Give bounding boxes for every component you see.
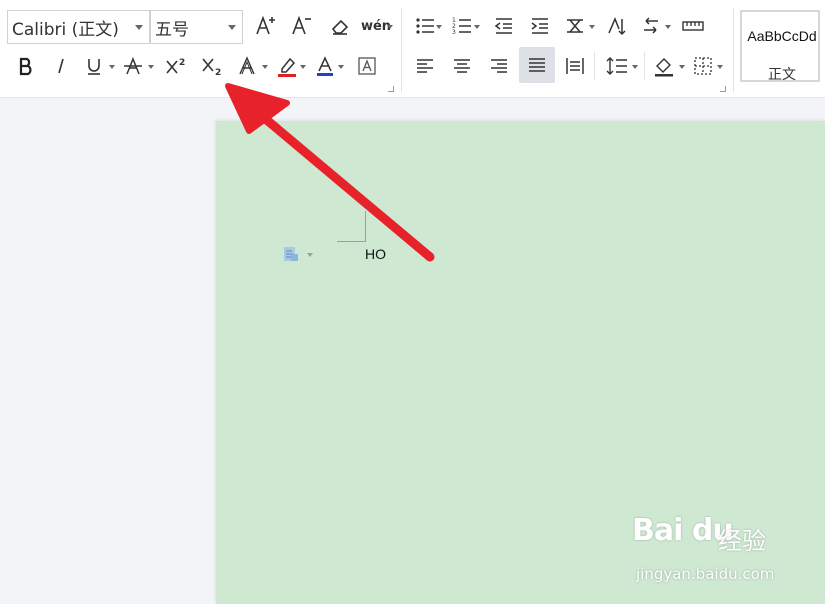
italic-icon [58,58,64,74]
font-size-combo[interactable]: 五号 [150,10,243,44]
font-name-combo[interactable]: Calibri (正文) [7,10,150,44]
character-border-button[interactable] [353,52,381,80]
eraser-icon [331,19,349,35]
underline-icon [88,59,100,75]
align-left-icon [417,59,433,73]
chevron-down-icon[interactable] [665,25,671,29]
font-color-icon [317,56,333,76]
chevron-down-icon[interactable] [679,65,685,69]
style-sample-text: AaBbCcDd [747,28,817,44]
watermark-url: jingyan.baidu.com [636,565,775,583]
bold-icon [19,57,32,76]
group-separator [644,52,645,80]
grow-font-icon [256,15,275,35]
chinese-layout-button[interactable] [561,12,589,40]
highlight-color-button[interactable] [273,52,301,80]
paragraph-dialog-launcher[interactable] [720,86,726,92]
italic-button[interactable] [47,52,75,80]
sort-icon [608,17,626,36]
style-normal-card[interactable]: AaBbCcDd 正文 [740,10,820,83]
grow-font-button[interactable] [252,12,280,40]
baidu-watermark: Bai du 经验 jingyan.baidu.com [622,513,822,593]
chevron-down-icon[interactable] [228,25,236,30]
group-separator [594,52,595,80]
clear-formatting-button[interactable] [326,12,354,40]
paragraph-mark-icon [644,17,658,34]
numbered-list-icon: 123 [452,17,471,36]
paste-options-icon[interactable] [283,246,299,262]
chevron-down-icon[interactable] [135,25,143,30]
text-effects-icon [239,56,255,75]
paint-bucket-icon [655,58,673,77]
superscript-button[interactable]: 2 [162,52,190,80]
align-center-icon [454,59,470,73]
justify-button[interactable] [519,47,555,83]
strikethrough-icon [124,56,142,75]
shrink-font-button[interactable] [288,12,316,40]
subscript-button[interactable]: 2 [199,52,227,80]
shrink-font-icon [292,15,311,35]
font-name-value: Calibri (正文) [12,19,119,40]
line-spacing-icon [606,57,627,75]
borders-icon [694,57,712,75]
font-color-button[interactable] [311,52,339,80]
character-border-icon [358,57,376,75]
chevron-down-icon[interactable] [436,25,442,29]
strikethrough-button[interactable] [119,52,147,80]
chevron-down-icon[interactable] [387,25,393,29]
distributed-button[interactable] [561,52,589,80]
svg-text:2: 2 [179,58,185,68]
style-name-label: 正文 [768,67,796,83]
ruler-icon [682,21,704,31]
superscript-icon: 2 [166,58,185,74]
bullet-list-icon [416,18,434,34]
document-text[interactable]: HO [365,246,386,262]
underline-button[interactable] [80,52,108,80]
numbering-button[interactable]: 123 [448,12,476,40]
group-separator [401,8,402,92]
chevron-down-icon[interactable] [632,65,638,69]
margin-corner-mark [337,211,366,242]
shading-button[interactable] [650,52,678,80]
chevron-down-icon[interactable] [109,65,115,69]
font-dialog-launcher[interactable] [388,86,394,92]
subscript-icon: 2 [202,58,221,77]
chevron-down-icon[interactable] [589,25,595,29]
borders-button[interactable] [689,52,717,80]
sort-button[interactable] [603,12,631,40]
chevron-down-icon[interactable] [148,65,154,69]
align-right-icon [491,59,507,73]
ruler-button[interactable] [679,12,707,40]
outdent-icon [494,18,512,34]
chevron-down-icon[interactable] [474,25,480,29]
chevron-down-icon[interactable] [717,65,723,69]
align-center-button[interactable] [448,52,476,80]
svg-text:3: 3 [452,29,456,36]
line-spacing-button[interactable] [603,52,631,80]
highlighter-icon [278,57,296,77]
bullets-button[interactable] [411,12,439,40]
indent-icon [531,18,548,34]
watermark-suffix: 经验 [718,527,766,555]
show-hide-marks-button[interactable] [637,12,665,40]
font-size-value: 五号 [155,19,189,40]
chevron-down-icon[interactable] [338,65,344,69]
text-effects-button[interactable] [233,52,261,80]
chevron-down-icon[interactable] [262,65,268,69]
chevron-down-icon[interactable] [307,253,313,257]
chevron-down-icon[interactable] [300,65,306,69]
align-left-button[interactable] [411,52,439,80]
increase-indent-button[interactable] [526,12,554,40]
chinese-layout-icon [567,19,583,33]
justify-icon [529,58,545,72]
align-right-button[interactable] [485,52,513,80]
decrease-indent-button[interactable] [490,12,518,40]
svg-text:2: 2 [215,68,221,77]
distributed-icon [566,58,584,74]
bold-button[interactable] [12,52,40,80]
ribbon-toolbar: Calibri (正文) 五号 wén 2 2 1 2 3 AaBbCcDd 正… [0,0,825,98]
group-separator [733,8,734,92]
